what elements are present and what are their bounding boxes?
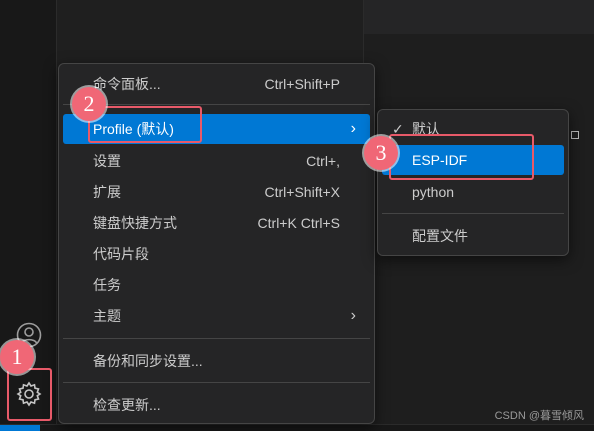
menu-item-tasks[interactable]: 任务 (63, 270, 370, 300)
profile-item-python[interactable]: python (382, 177, 564, 207)
watermark: CSDN @暮雪倾风 (494, 410, 584, 422)
square-icon (571, 131, 579, 139)
highlight-profile (88, 106, 202, 143)
remote-indicator[interactable] (0, 425, 40, 431)
menu-item-label: 代码片段 (93, 246, 149, 262)
profile-item-profiles[interactable]: 配置文件 (382, 221, 564, 251)
editor-area (57, 0, 363, 62)
menu-item-label: 检查更新... (93, 397, 161, 413)
step-badge-2: 2 (72, 87, 106, 121)
menu-separator (63, 338, 370, 339)
menu-item-label: 备份和同步设置... (93, 353, 203, 369)
menu-item-label: 任务 (93, 277, 121, 293)
menu-separator (382, 213, 564, 214)
menu-item-label: 命令面板... (93, 76, 161, 92)
menu-item-snippets[interactable]: 代码片段 (63, 239, 370, 269)
menu-item-shortcut: Ctrl+Shift+P (264, 76, 340, 92)
profile-item-label: python (412, 184, 455, 200)
chevron-right-icon: › (350, 120, 356, 137)
menu-item-command-palette[interactable]: 命令面板... Ctrl+Shift+P (63, 69, 370, 99)
menu-item-check-updates[interactable]: 检查更新... (63, 390, 370, 420)
menu-item-settings-sync[interactable]: 备份和同步设置... (63, 346, 370, 376)
menu-separator (63, 382, 370, 383)
menu-item-label: 设置 (93, 153, 121, 169)
profile-submenu: ✓ 默认 ESP-IDF python 配置文件 (377, 109, 569, 256)
step-badge-1: 1 (0, 340, 34, 374)
menu-item-label: 键盘快捷方式 (93, 215, 177, 231)
highlight-esp-idf (389, 134, 534, 180)
menu-item-shortcut: Ctrl+K Ctrl+S (257, 215, 340, 231)
menu-item-label: 扩展 (93, 184, 121, 200)
highlight-gear (7, 368, 52, 421)
chevron-right-icon: › (350, 307, 356, 324)
menu-item-shortcut: Ctrl+, (306, 153, 340, 169)
menu-item-shortcut: Ctrl+Shift+X (264, 184, 340, 200)
menu-item-extensions[interactable]: 扩展 Ctrl+Shift+X (63, 177, 370, 207)
menu-item-themes[interactable]: 主题 › (63, 301, 370, 331)
menu-separator (63, 104, 370, 105)
menu-item-settings[interactable]: 设置 Ctrl+, (63, 146, 370, 176)
profile-item-label: 配置文件 (412, 228, 468, 244)
menu-item-keyboard-shortcuts[interactable]: 键盘快捷方式 Ctrl+K Ctrl+S (63, 208, 370, 238)
step-badge-3: 3 (364, 136, 398, 170)
status-bar (0, 424, 594, 431)
menu-item-label: 主题 (93, 308, 121, 324)
